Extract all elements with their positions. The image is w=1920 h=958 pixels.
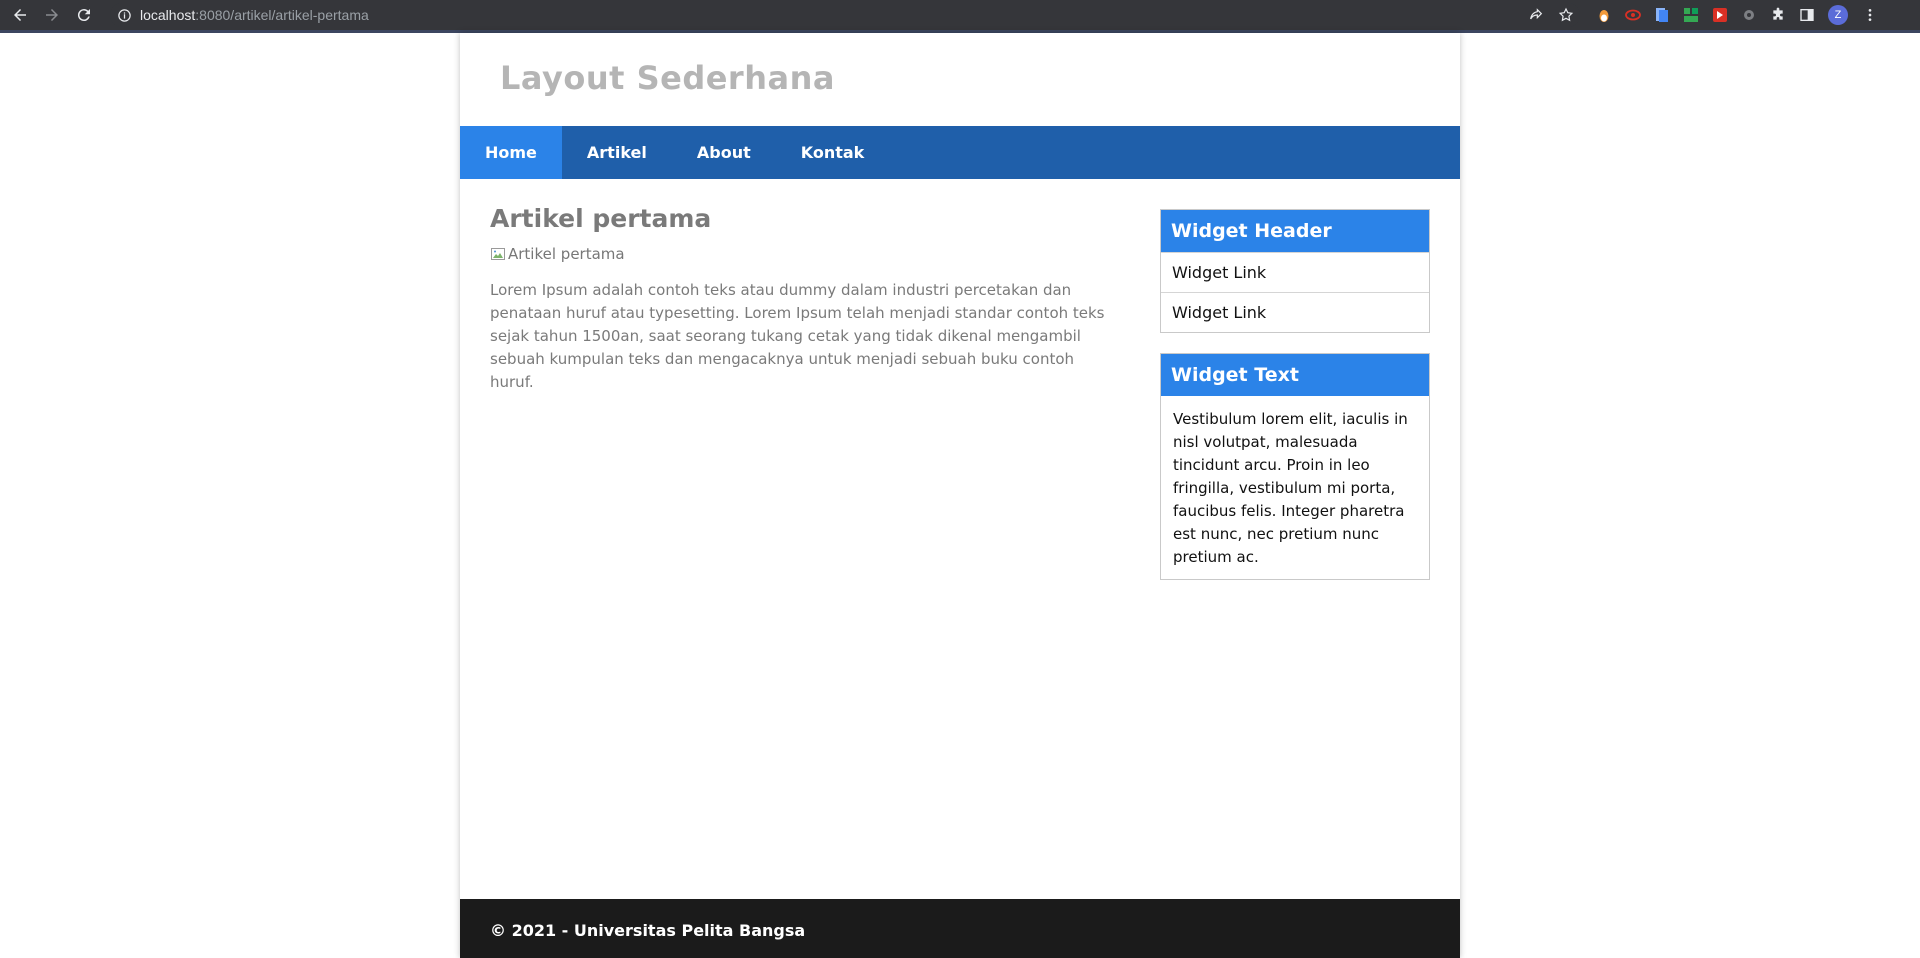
nav-about[interactable]: About bbox=[672, 126, 776, 179]
nav-home[interactable]: Home bbox=[460, 126, 562, 179]
url-path: :8080/artikel/artikel-pertama bbox=[195, 7, 369, 23]
site-header: Layout Sederhana bbox=[460, 33, 1460, 126]
widget-text: Widget Text Vestibulum lorem elit, iacul… bbox=[1160, 353, 1430, 580]
article-body: Lorem Ipsum adalah contoh teks atau dumm… bbox=[490, 281, 1105, 391]
side-panel-icon[interactable] bbox=[1799, 7, 1815, 23]
site-title: Layout Sederhana bbox=[500, 59, 835, 97]
arrow-left-icon bbox=[14, 9, 26, 21]
main-nav: Home Artikel About Kontak bbox=[460, 126, 1460, 179]
extension-red-icon[interactable] bbox=[1712, 7, 1728, 23]
address-bar[interactable]: localhost:8080/artikel/artikel-pertama bbox=[110, 3, 1580, 27]
widget-link[interactable]: Widget Link bbox=[1161, 252, 1429, 292]
bookmark-star-icon[interactable] bbox=[1558, 7, 1574, 23]
puzzle-icon[interactable] bbox=[1770, 7, 1786, 23]
broken-image-icon bbox=[491, 248, 505, 260]
nav-artikel[interactable]: Artikel bbox=[562, 126, 672, 179]
profile-avatar[interactable]: Z bbox=[1828, 5, 1848, 25]
footer-text: © 2021 - Universitas Pelita Bangsa bbox=[490, 921, 806, 940]
kebab-menu-icon[interactable] bbox=[1861, 6, 1879, 24]
forward-button[interactable] bbox=[36, 0, 68, 30]
extension-gear-icon[interactable] bbox=[1741, 7, 1757, 23]
widget-text-header: Widget Text bbox=[1161, 354, 1429, 396]
page-container: Layout Sederhana Home Artikel About Kont… bbox=[460, 33, 1460, 958]
extension-grid-icon[interactable] bbox=[1683, 7, 1699, 23]
article-image: Artikel pertama bbox=[490, 245, 1110, 263]
extension-eye-icon[interactable] bbox=[1625, 7, 1641, 23]
extensions-tray: Z bbox=[1596, 0, 1879, 30]
reload-button[interactable] bbox=[68, 0, 100, 30]
extension-orange-icon[interactable] bbox=[1596, 7, 1612, 23]
widget-text-body: Vestibulum lorem elit, iaculis in nisl v… bbox=[1173, 410, 1408, 566]
reload-icon bbox=[77, 9, 90, 22]
nav-kontak[interactable]: Kontak bbox=[776, 126, 890, 179]
widget-header: Widget Header bbox=[1161, 210, 1429, 252]
browser-toolbar: localhost:8080/artikel/artikel-pertama Z bbox=[0, 0, 1920, 30]
site-footer: © 2021 - Universitas Pelita Bangsa bbox=[460, 899, 1460, 958]
arrow-right-icon bbox=[46, 9, 58, 21]
info-icon[interactable] bbox=[114, 3, 134, 27]
image-alt-text: Artikel pertama bbox=[508, 245, 625, 263]
share-icon[interactable] bbox=[1528, 7, 1544, 23]
article: Artikel pertama Artikel pertama Lorem Ip… bbox=[490, 204, 1110, 394]
extension-docs-icon[interactable] bbox=[1654, 7, 1670, 23]
widget-links: Widget Header Widget Link Widget Link bbox=[1160, 209, 1430, 333]
widget-link[interactable]: Widget Link bbox=[1161, 292, 1429, 332]
article-title: Artikel pertama bbox=[490, 204, 712, 233]
content-area: Artikel pertama Artikel pertama Lorem Ip… bbox=[460, 179, 1460, 886]
url-host: localhost bbox=[140, 7, 196, 23]
back-button[interactable] bbox=[4, 0, 36, 30]
sidebar: Widget Header Widget Link Widget Link Wi… bbox=[1160, 209, 1430, 600]
